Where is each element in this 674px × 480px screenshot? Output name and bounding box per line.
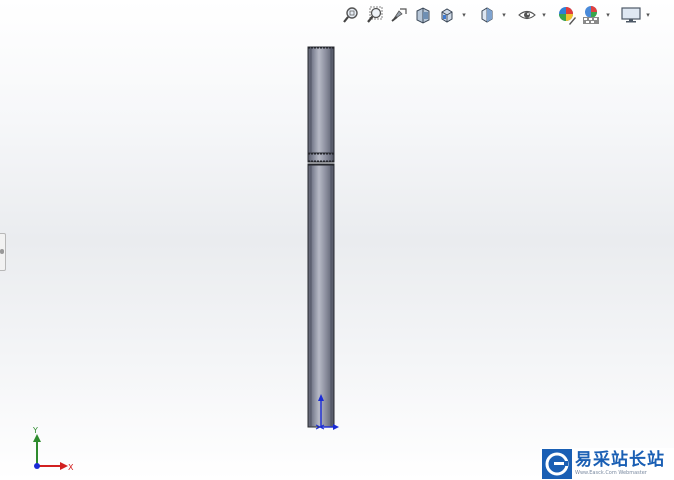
cylinder-upper-section[interactable] <box>307 46 335 154</box>
triad-x-arrow <box>60 462 68 470</box>
watermark-title: 易采站长站 <box>575 450 665 470</box>
watermark-logo-icon <box>542 449 572 479</box>
graphics-area[interactable]: ▾ ▾ ▾ ▾ ▾ Y X 易采站长站 Www.Easck.Com Webmas… <box>0 0 674 480</box>
site-watermark: 易采站长站 Www.Easck.Com Webmaster <box>540 448 674 480</box>
triad-x-label: X <box>68 463 74 472</box>
watermark-subtitle: Www.Easck.Com Webmaster <box>575 470 647 476</box>
cylinder-lower-section[interactable] <box>307 163 335 428</box>
reference-triad: Y X <box>26 424 76 474</box>
triad-z-arrow <box>34 463 40 469</box>
triad-y-label: Y <box>32 426 38 435</box>
triad-y-arrow <box>33 434 41 442</box>
part-model[interactable] <box>0 0 674 480</box>
